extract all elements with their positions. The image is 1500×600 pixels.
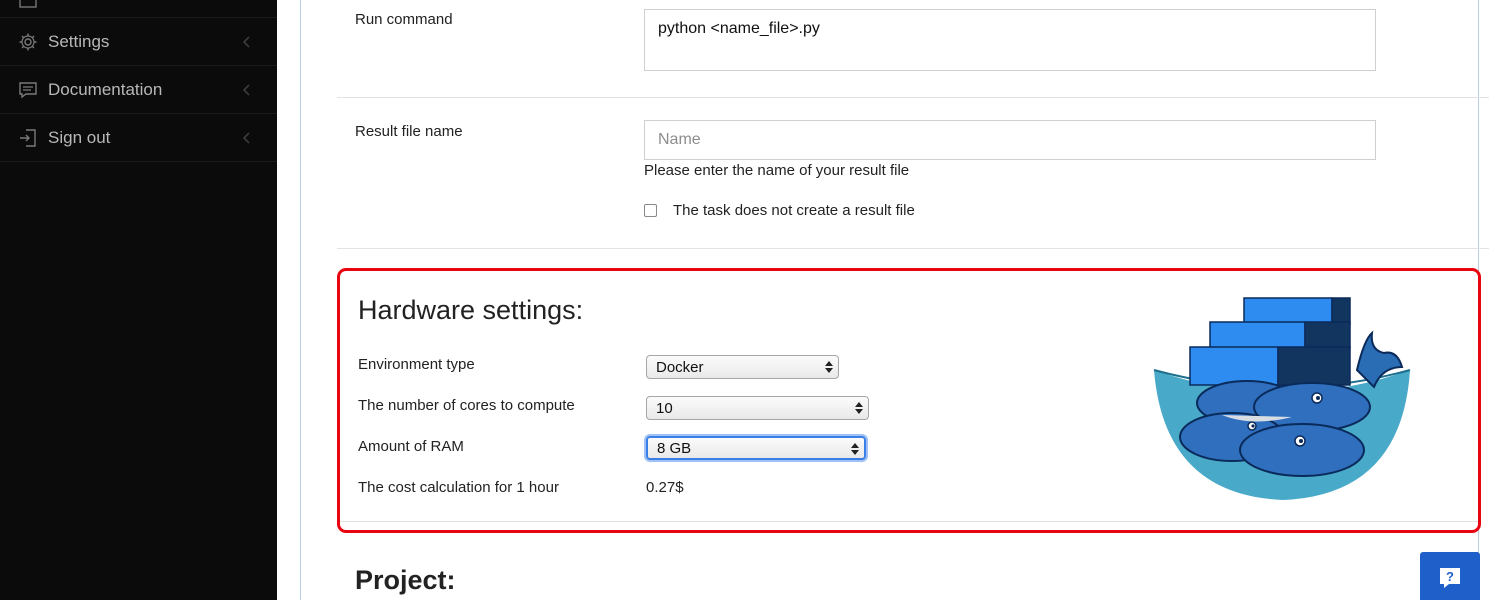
hardware-settings-section: Hardware settings: Environment type Dock…: [337, 268, 1481, 533]
main-content: Run command python <name_file>.py Result…: [277, 0, 1500, 600]
cost-label: The cost calculation for 1 hour: [358, 479, 559, 496]
ram-label: Amount of RAM: [358, 438, 464, 455]
sidebar-item-label: Sign out: [48, 127, 111, 147]
cores-label: The number of cores to compute: [358, 397, 575, 414]
gear-icon: [19, 33, 37, 50]
project-title: Project:: [355, 565, 456, 595]
cores-select[interactable]: 10: [646, 396, 869, 420]
sidebar-item-settings[interactable]: Settings: [0, 18, 277, 66]
divider: [340, 521, 1478, 522]
svg-text:?: ?: [1446, 569, 1454, 584]
ram-select[interactable]: 8 GB: [646, 436, 866, 460]
run-command-input[interactable]: python <name_file>.py: [644, 9, 1376, 71]
help-button[interactable]: ?: [1420, 552, 1480, 600]
sign-out-icon: [20, 128, 36, 147]
sidebar-item-partial[interactable]: [0, 0, 277, 18]
environment-type-select[interactable]: Docker: [646, 355, 839, 379]
comment-icon: [19, 81, 37, 98]
hardware-settings-title: Hardware settings:: [358, 295, 584, 325]
ram-value: 8 GB: [657, 439, 692, 457]
environment-type-value: Docker: [656, 358, 704, 376]
select-arrows-icon: [851, 443, 859, 455]
panel-icon: [19, 0, 37, 8]
no-result-file-option: The task does not create a result file: [644, 202, 915, 219]
sidebar-item-sign-out[interactable]: Sign out: [0, 114, 277, 162]
chevron-left-icon: [243, 132, 250, 143]
divider: [337, 248, 1489, 249]
result-file-input[interactable]: [644, 120, 1376, 160]
environment-type-label: Environment type: [358, 356, 475, 373]
chevron-left-icon: [243, 36, 250, 47]
cost-value: 0.27$: [646, 479, 684, 496]
result-file-label: Result file name: [355, 123, 463, 140]
sidebar-item-label: Documentation: [48, 79, 163, 99]
sidebar: Settings Documentation Sign out: [0, 0, 277, 600]
chevron-left-icon: [243, 84, 250, 95]
result-file-help: Please enter the name of your result fil…: [644, 162, 910, 179]
run-command-label: Run command: [355, 11, 453, 28]
docker-whales-illustration: [1153, 297, 1411, 500]
sidebar-item-documentation[interactable]: Documentation: [0, 66, 277, 114]
no-result-file-checkbox[interactable]: [644, 204, 657, 217]
no-result-file-label[interactable]: The task does not create a result file: [673, 202, 915, 219]
sidebar-item-label: Settings: [48, 31, 110, 51]
task-form-panel: Run command python <name_file>.py Result…: [300, 0, 1489, 600]
question-chat-icon: ?: [1440, 568, 1460, 588]
divider: [337, 97, 1489, 98]
select-arrows-icon: [825, 361, 833, 373]
cores-value: 10: [656, 399, 673, 417]
select-arrows-icon: [855, 402, 863, 414]
